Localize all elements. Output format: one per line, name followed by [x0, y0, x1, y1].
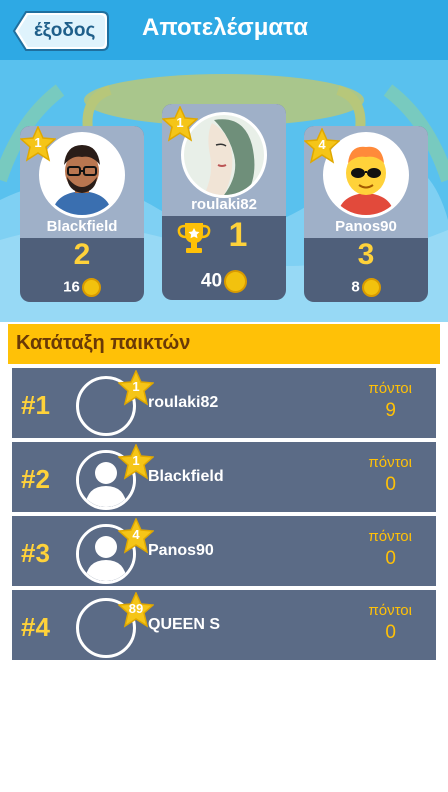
ranking-row[interactable]: #2 1 Blackfield πόντοι 0: [12, 442, 436, 512]
level-value: 89: [128, 601, 144, 616]
level-value: 4: [132, 527, 140, 542]
level-star-icon: 1: [161, 105, 199, 142]
row-position: #1: [21, 390, 50, 420]
points-label: πόντοι: [368, 380, 412, 397]
points-label: πόντοι: [368, 602, 412, 619]
row-player-name: Panos90: [148, 542, 214, 559]
coin-icon: [224, 270, 248, 293]
level-value: 1: [132, 453, 140, 468]
player-name: roulaki82: [191, 196, 257, 213]
points-value: 0: [385, 474, 396, 495]
row-player-name: roulaki82: [148, 394, 219, 411]
row-player-name: Blackfield: [148, 468, 224, 485]
level-star-icon: 1: [19, 125, 57, 162]
player-coins: 8: [304, 278, 428, 297]
player-rank: 3: [357, 238, 375, 271]
points-value: 0: [385, 622, 396, 643]
level-value: 1: [34, 135, 42, 150]
player-rank: 2: [73, 238, 91, 271]
coins-value: 16: [63, 278, 80, 296]
exit-button[interactable]: έξοδος: [12, 10, 110, 52]
coin-icon: [361, 278, 381, 297]
coin-icon: [81, 278, 101, 297]
ranking-row[interactable]: #4 89 QUEEN S πόντοι 0: [12, 590, 436, 660]
player-coins: 16: [20, 278, 144, 297]
ranking-title: Κατάταξη παικτών: [16, 332, 191, 354]
exit-button-label: έξοδος: [34, 20, 96, 41]
player-name: Panos90: [335, 218, 397, 235]
row-position: #2: [21, 464, 50, 494]
level-value: 1: [176, 115, 184, 130]
coins-value: 40: [200, 270, 223, 292]
row-position: #4: [21, 612, 50, 642]
points-value: 0: [385, 548, 396, 569]
player-rank: 1: [228, 216, 248, 254]
ranking-header: Κατάταξη παικτών: [8, 324, 440, 364]
level-star-icon: 4: [303, 127, 341, 164]
coins-value: 8: [351, 278, 360, 296]
points-value: 9: [385, 400, 396, 421]
row-player-name: QUEEN S: [148, 616, 221, 633]
points-label: πόντοι: [368, 454, 412, 471]
ranking-row[interactable]: #3 4 Panos90 πόντοι 0: [12, 516, 436, 586]
top-bar: έξοδος Αποτελέσματα: [0, 0, 448, 60]
page-title: Αποτελέσματα: [142, 14, 308, 41]
ranking-row[interactable]: #1 1 roulaki82 πόντοι 9: [12, 368, 436, 438]
level-value: 1: [132, 379, 140, 394]
level-value: 4: [318, 137, 326, 152]
player-coins: 40: [162, 270, 286, 293]
row-position: #3: [21, 538, 50, 568]
points-label: πόντοι: [368, 528, 412, 545]
player-name: Blackfield: [46, 218, 118, 235]
